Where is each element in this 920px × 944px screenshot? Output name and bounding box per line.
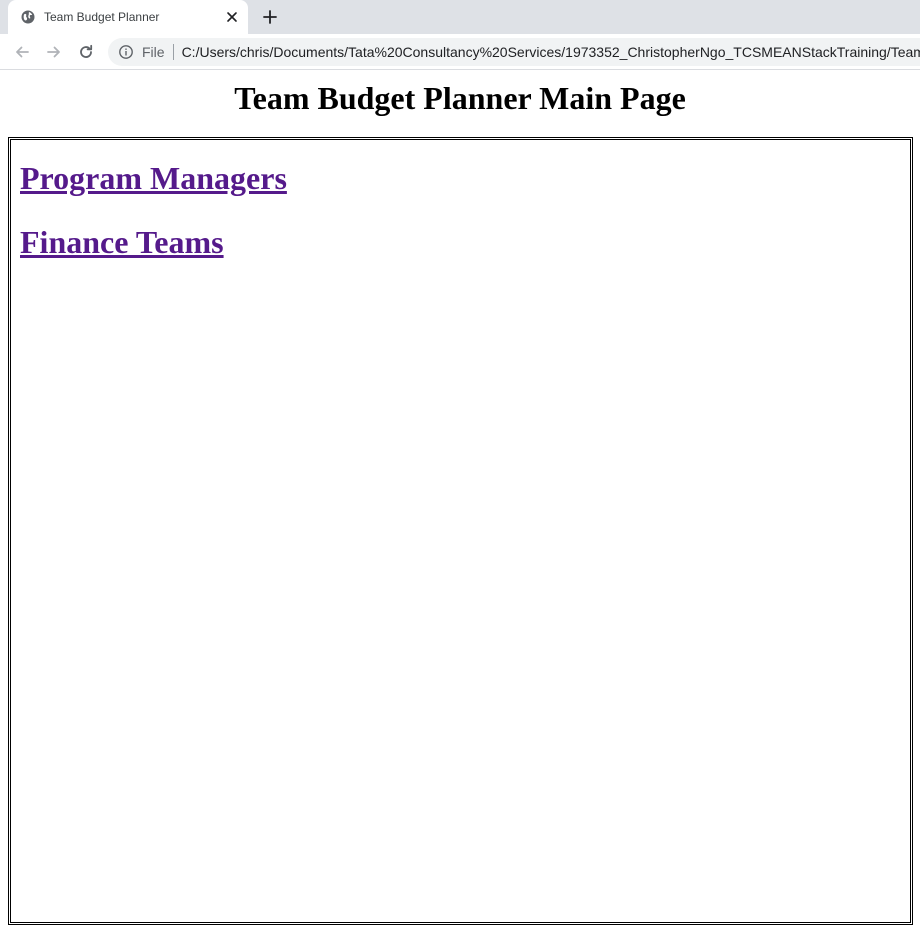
program-managers-link[interactable]: Program Managers <box>20 160 287 197</box>
globe-icon <box>20 9 36 25</box>
arrow-left-icon <box>14 44 30 60</box>
links-frame: Program Managers Finance Teams <box>8 137 913 925</box>
reload-icon <box>78 44 94 60</box>
finance-teams-link[interactable]: Finance Teams <box>20 224 287 261</box>
plus-icon <box>263 10 277 24</box>
close-icon[interactable] <box>224 9 240 25</box>
browser-toolbar: File C:/Users/chris/Documents/Tata%20Con… <box>0 34 920 70</box>
arrow-right-icon <box>46 44 62 60</box>
browser-tab[interactable]: Team Budget Planner <box>8 0 248 34</box>
omnibox-divider <box>172 44 174 60</box>
page-content: Team Budget Planner Main Page Program Ma… <box>0 71 920 944</box>
url-scheme-label: File <box>142 44 165 60</box>
back-button[interactable] <box>8 38 36 66</box>
new-tab-button[interactable] <box>258 5 282 29</box>
url-text[interactable]: C:/Users/chris/Documents/Tata%20Consulta… <box>182 44 920 60</box>
browser-tabstrip: Team Budget Planner <box>0 0 920 34</box>
page-title: Team Budget Planner Main Page <box>234 80 686 116</box>
forward-button[interactable] <box>40 38 68 66</box>
tab-title: Team Budget Planner <box>44 10 160 24</box>
info-icon[interactable] <box>118 44 134 60</box>
links-list: Program Managers Finance Teams <box>20 160 287 288</box>
reload-button[interactable] <box>72 38 100 66</box>
address-bar[interactable]: File C:/Users/chris/Documents/Tata%20Con… <box>108 38 920 66</box>
